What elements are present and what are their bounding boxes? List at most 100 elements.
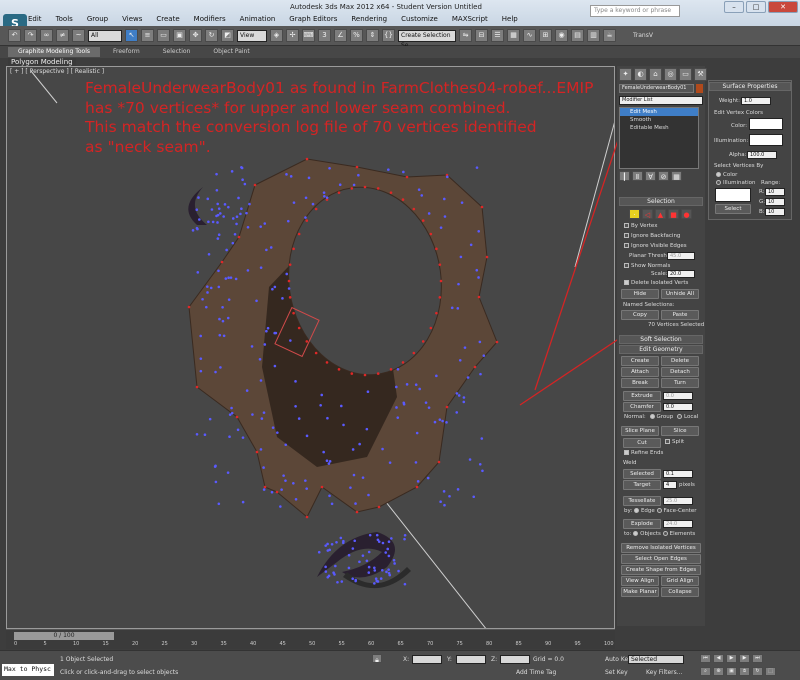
modify-tab-icon[interactable]: ◐ <box>634 68 647 81</box>
pivot-icon[interactable]: ◈ <box>270 29 283 42</box>
set-key-button[interactable]: Set Key <box>605 669 628 676</box>
display-tab-icon[interactable]: ▭ <box>679 68 692 81</box>
window-crossing-icon[interactable]: ▣ <box>173 29 186 42</box>
selection-filter-dropdown[interactable]: All <box>88 29 122 42</box>
delete-isolated-checkbox[interactable]: Delete Isolated Verts <box>624 280 688 286</box>
select-color-swatch[interactable] <box>715 188 751 202</box>
zoom-all-icon[interactable]: ⊕ <box>713 667 724 676</box>
copy-button[interactable]: Copy <box>621 310 659 320</box>
unlink-icon[interactable]: ≠ <box>56 29 69 42</box>
weld-target-button[interactable]: Target <box>623 480 661 490</box>
b-spinner[interactable]: 10 <box>765 208 785 216</box>
rect-selection-icon[interactable]: ▭ <box>157 29 170 42</box>
render-setup-icon[interactable]: ▤ <box>571 29 584 42</box>
remove-modifier-icon[interactable]: ⊘ <box>658 171 669 181</box>
r-spinner[interactable]: 10 <box>765 188 785 196</box>
bind-space-warp-icon[interactable]: ~ <box>72 29 85 42</box>
attach-button[interactable]: Attach <box>621 367 659 377</box>
minimize-icon[interactable]: – <box>724 1 744 13</box>
objects-radio[interactable] <box>633 531 639 536</box>
break-button[interactable]: Break <box>621 378 659 388</box>
manipulate-icon[interactable]: ✢ <box>286 29 299 42</box>
undo-icon[interactable]: ↶ <box>8 29 21 42</box>
configure-sets-icon[interactable]: ▦ <box>671 171 682 181</box>
align-icon[interactable]: ⊟ <box>475 29 488 42</box>
selection-rollout-header[interactable]: Selection <box>619 197 703 206</box>
tab-selection[interactable]: Selection <box>153 47 201 57</box>
modifier-list-dropdown[interactable]: Modifier List <box>619 96 703 105</box>
snap-toggle-icon[interactable]: 3 <box>318 29 331 42</box>
zoom-icon[interactable]: ⌕ <box>700 667 711 676</box>
illumination-swatch[interactable] <box>749 134 783 146</box>
stack-item-smooth[interactable]: Smooth <box>620 116 698 124</box>
select-button[interactable]: Select <box>715 204 751 214</box>
mirror-icon[interactable]: ⇋ <box>459 29 472 42</box>
surface-properties-header[interactable]: Surface Properties <box>709 82 791 91</box>
elements-radio[interactable] <box>662 531 668 536</box>
tessellate-button[interactable]: Tessellate <box>623 496 661 506</box>
maximize-viewport-icon[interactable]: ⬚ <box>765 667 776 676</box>
add-time-tag-button[interactable]: Add Time Tag <box>516 669 556 676</box>
tab-freeform[interactable]: Freeform <box>103 47 150 57</box>
go-to-end-icon[interactable]: ⏭ <box>752 654 763 663</box>
weight-spinner[interactable]: 1.0 <box>741 97 771 105</box>
color-swatch[interactable] <box>749 118 783 130</box>
redo-icon[interactable]: ↷ <box>24 29 37 42</box>
color-radio[interactable]: Color <box>716 172 737 178</box>
edit-named-sets-icon[interactable]: {} <box>382 29 395 42</box>
layer-manager-icon[interactable]: ☰ <box>491 29 504 42</box>
keyboard-shortcut-icon[interactable]: ⌨ <box>302 29 315 42</box>
orbit-icon[interactable]: ↻ <box>752 667 763 676</box>
soft-selection-rollout-header[interactable]: Soft Selection <box>619 335 703 344</box>
view-align-button[interactable]: View Align <box>621 576 659 586</box>
key-mode-dropdown[interactable]: Selected <box>628 655 684 664</box>
select-move-icon[interactable]: ✥ <box>189 29 202 42</box>
hide-button[interactable]: Hide <box>621 289 659 299</box>
split-checkbox[interactable]: Split <box>665 439 684 445</box>
percent-snap-icon[interactable]: % <box>350 29 363 42</box>
select-scale-icon[interactable]: ◩ <box>221 29 234 42</box>
select-open-edges-button[interactable]: Select Open Edges <box>621 554 701 564</box>
illumination-radio[interactable]: Illumination <box>716 180 755 186</box>
next-frame-icon[interactable]: ▶ <box>739 654 750 663</box>
angle-snap-icon[interactable]: ∠ <box>334 29 347 42</box>
tab-graphite-modeling-tools[interactable]: Graphite Modeling Tools <box>8 47 101 57</box>
select-by-name-icon[interactable]: ≡ <box>141 29 154 42</box>
edge-mode-icon[interactable]: ◁ <box>642 209 653 219</box>
weld-selected-button[interactable]: Selected <box>623 469 661 479</box>
hierarchy-tab-icon[interactable]: ⌂ <box>649 68 662 81</box>
planar-thresh-spinner[interactable]: 45.0 <box>667 252 695 260</box>
object-name-field[interactable]: FemaleUnderwearBody01 <box>619 84 694 93</box>
x-coordinate-field[interactable] <box>412 655 442 664</box>
material-editor-icon[interactable]: ◉ <box>555 29 568 42</box>
create-button[interactable]: Create <box>621 356 659 366</box>
y-coordinate-field[interactable] <box>456 655 486 664</box>
extrude-spinner[interactable]: 0.0 <box>663 392 693 400</box>
element-mode-icon[interactable]: ● <box>681 209 692 219</box>
curve-editor-icon[interactable]: ∿ <box>523 29 536 42</box>
alpha-spinner[interactable]: 100.0 <box>747 151 777 159</box>
polygon-mode-icon[interactable]: ■ <box>668 209 679 219</box>
ignore-visible-edges-checkbox[interactable]: Ignore Visible Edges <box>624 243 687 249</box>
zoom-extents-icon[interactable]: ▣ <box>726 667 737 676</box>
chamfer-spinner[interactable]: 0.0 <box>663 403 693 411</box>
make-planar-button[interactable]: Make Planar <box>621 587 659 597</box>
graphite-toggle-icon[interactable]: ▦ <box>507 29 520 42</box>
render-production-icon[interactable]: ☕ <box>603 29 616 42</box>
chamfer-button[interactable]: Chamfer <box>623 402 661 412</box>
perspective-viewport[interactable]: [ + ] [ Perspective ] [ Realistic ] Fema… <box>6 66 615 629</box>
select-object-icon[interactable]: ↖ <box>125 29 138 42</box>
rendered-frame-icon[interactable]: ▥ <box>587 29 600 42</box>
face-mode-icon[interactable]: ▲ <box>655 209 666 219</box>
previous-frame-icon[interactable]: ◀ <box>713 654 724 663</box>
weld-target-spinner[interactable]: 4 <box>663 481 677 489</box>
g-spinner[interactable]: 10 <box>765 198 785 206</box>
z-coordinate-field[interactable] <box>500 655 530 664</box>
face-center-radio[interactable] <box>656 508 662 513</box>
edge-radio[interactable] <box>633 508 639 513</box>
schematic-view-icon[interactable]: ⊞ <box>539 29 552 42</box>
local-radio[interactable] <box>677 414 683 419</box>
explode-spinner[interactable]: 24.0 <box>663 520 693 528</box>
maxscript-listener-input[interactable]: Max to Physc <box>2 664 54 676</box>
timeline[interactable]: 0 / 100 0 5 10 15 20 25 30 35 40 45 50 55 60 65 70 75 80… <box>6 629 615 649</box>
